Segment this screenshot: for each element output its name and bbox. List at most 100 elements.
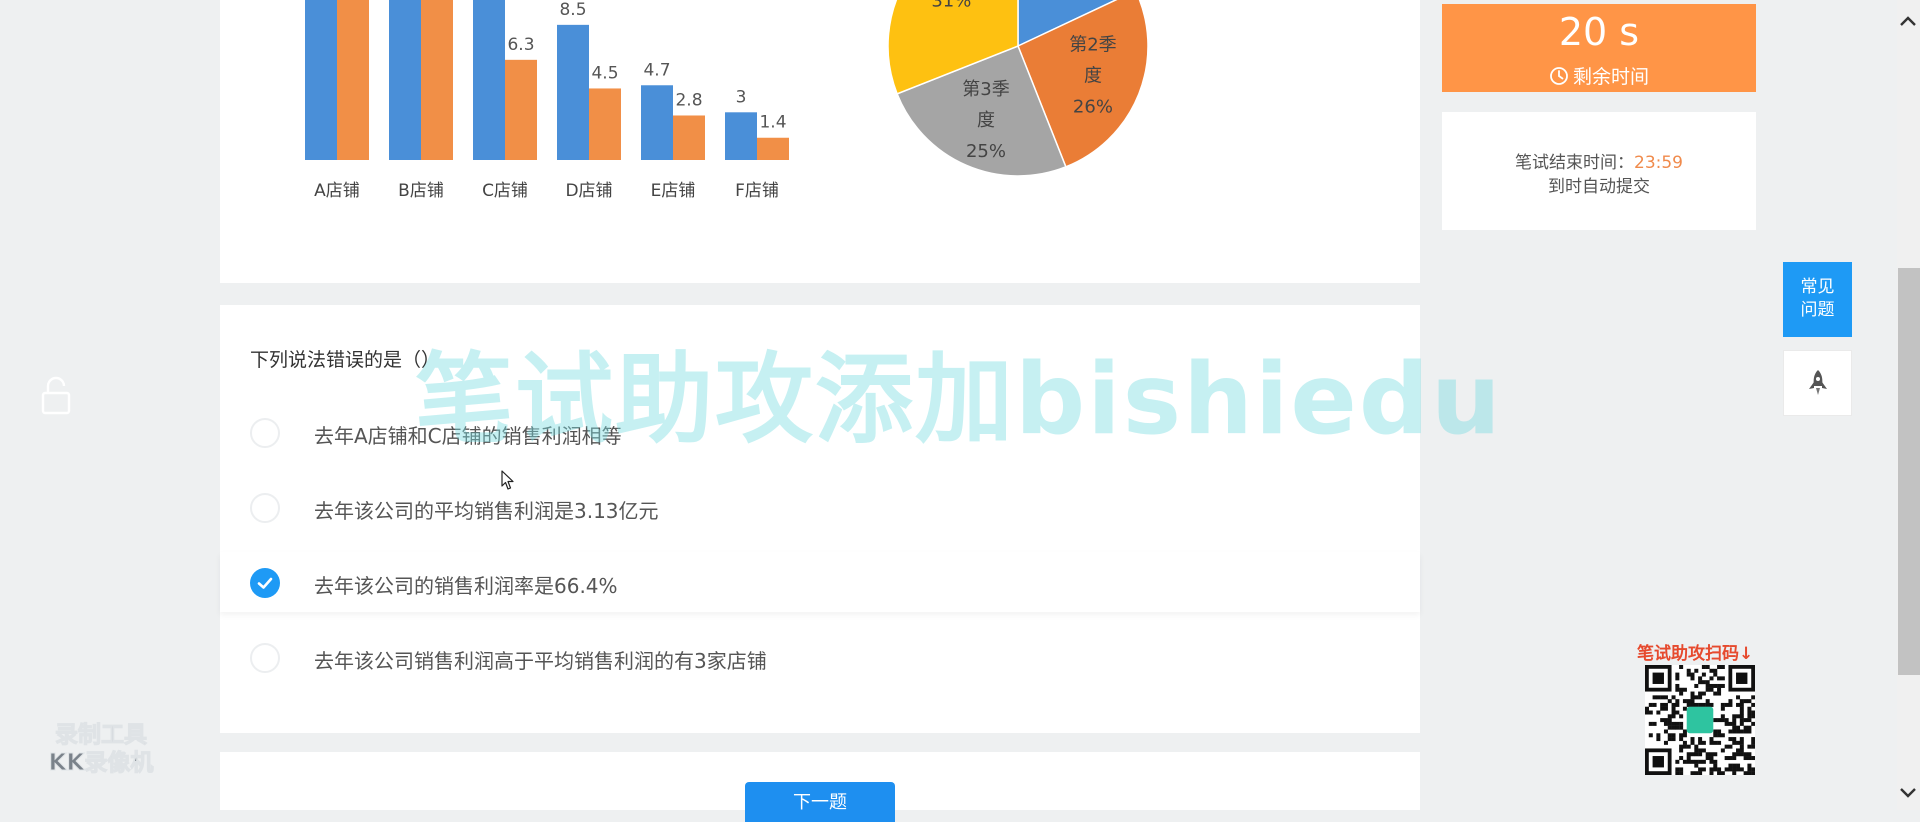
- qr-module: [1675, 702, 1680, 707]
- qr-module: [1660, 695, 1665, 700]
- qr-module: [1736, 740, 1741, 745]
- pie-percent-label: 31%: [931, 0, 971, 12]
- qr-module: [1690, 740, 1695, 745]
- qr-module: [1675, 721, 1680, 726]
- qr-module: [1724, 756, 1729, 761]
- x-tick-label: A店铺: [314, 181, 360, 201]
- qr-module: [1717, 733, 1722, 738]
- x-tick-label: B店铺: [398, 181, 444, 201]
- qr-module: [1701, 691, 1706, 696]
- faq-label-line1: 常见: [1800, 277, 1835, 297]
- qr-module: [1660, 706, 1665, 711]
- faq-button[interactable]: 常见 问题: [1783, 262, 1852, 337]
- recorder-line1: 录制工具: [55, 722, 148, 749]
- qr-module: [1671, 706, 1676, 711]
- auto-submit-note: 到时自动提交: [1548, 177, 1650, 197]
- bar: [473, 0, 505, 160]
- x-tick-label: E店铺: [651, 181, 696, 201]
- qr-module: [1667, 721, 1672, 726]
- qr-module: [1698, 702, 1703, 707]
- qr-module: [1717, 718, 1722, 723]
- qr-module: [1679, 748, 1684, 753]
- option-d[interactable]: 去年该公司销售利润高于平均销售利润的有3家店铺: [220, 627, 1420, 687]
- countdown-timer: 20 s 剩余时间: [1442, 4, 1756, 92]
- bar: [389, 0, 421, 160]
- qr-module: [1698, 748, 1703, 753]
- qr-caption: 笔试助攻扫码↓: [1637, 644, 1754, 664]
- qr-module: [1713, 740, 1718, 745]
- qr-module: [1694, 759, 1699, 764]
- qr-module: [1690, 759, 1695, 764]
- qr-module: [1747, 710, 1752, 715]
- qr-module: [1671, 721, 1676, 726]
- chevron-up-icon[interactable]: [1896, 12, 1920, 30]
- qr-module: [1705, 702, 1710, 707]
- x-tick-label: D店铺: [565, 181, 612, 201]
- qr-module: [1648, 702, 1653, 707]
- qr-module: [1675, 687, 1680, 692]
- bar: [673, 115, 705, 160]
- qr-module: [1728, 763, 1733, 768]
- qr-module: [1686, 699, 1691, 704]
- qr-module: [1732, 725, 1737, 730]
- qr-module: [1709, 687, 1714, 692]
- qr-module: [1701, 672, 1706, 677]
- qr-module: [1690, 752, 1695, 757]
- qr-module: [1675, 725, 1680, 730]
- option-c[interactable]: 去年该公司的销售利润率是66.4%: [220, 552, 1420, 612]
- pie-slice-label: 第3季: [962, 79, 1009, 100]
- qr-module: [1717, 767, 1722, 772]
- question-stem: 下列说法错误的是（）: [250, 349, 441, 371]
- qr-module: [1713, 691, 1718, 696]
- qr-module: [1652, 702, 1657, 707]
- qr-module: [1679, 767, 1684, 772]
- qr-module: [1724, 718, 1729, 723]
- next-question-button[interactable]: 下一题: [745, 782, 895, 822]
- option-b[interactable]: 去年该公司的平均销售利润是3.13亿元: [220, 477, 1420, 537]
- qr-module: [1728, 756, 1733, 761]
- qr-module: [1747, 752, 1752, 757]
- rocket-icon: [1809, 370, 1827, 395]
- qr-module: [1671, 714, 1676, 719]
- qr-module: [1679, 714, 1684, 719]
- qr-module: [1747, 763, 1752, 768]
- end-time-row: 笔试结束时间：23:59: [1442, 148, 1756, 173]
- qr-module: [1645, 710, 1649, 715]
- option-radio[interactable]: [250, 643, 280, 673]
- qr-module: [1709, 668, 1714, 673]
- chevron-down-icon[interactable]: [1896, 784, 1920, 802]
- scrollbar-thumb[interactable]: [1898, 268, 1920, 675]
- qr-module: [1694, 695, 1699, 700]
- qr-module: [1645, 706, 1649, 711]
- qr-module: [1732, 740, 1737, 745]
- qr-module: [1747, 771, 1752, 775]
- back-to-top-button[interactable]: [1783, 350, 1852, 416]
- qr-module: [1698, 691, 1703, 696]
- qr-module: [1732, 721, 1737, 726]
- option-text: 去年该公司销售利润高于平均销售利润的有3家店铺: [314, 649, 767, 673]
- qr-module: [1698, 676, 1703, 681]
- qr-module: [1690, 702, 1695, 707]
- option-radio[interactable]: [250, 493, 280, 523]
- option-radio-checked[interactable]: [250, 568, 280, 598]
- qr-module: [1679, 737, 1684, 742]
- qr-module: [1679, 756, 1684, 761]
- qr-module: [1648, 710, 1653, 715]
- qr-module: [1705, 752, 1710, 757]
- qr-module: [1690, 737, 1695, 742]
- qr-module: [1739, 721, 1744, 726]
- qr-finder-core: [1652, 756, 1664, 768]
- qr-module: [1694, 668, 1699, 673]
- qr-module: [1675, 683, 1680, 688]
- unlock-icon[interactable]: [40, 376, 72, 416]
- qr-module: [1713, 672, 1718, 677]
- qr-module: [1667, 725, 1672, 730]
- qr-module: [1720, 718, 1725, 723]
- option-radio[interactable]: [250, 418, 280, 448]
- qr-module: [1739, 740, 1744, 745]
- qr-module: [1690, 699, 1695, 704]
- qr-module: [1747, 767, 1752, 772]
- qr-module: [1724, 744, 1729, 749]
- qr-module: [1660, 718, 1665, 723]
- qr-module: [1728, 702, 1733, 707]
